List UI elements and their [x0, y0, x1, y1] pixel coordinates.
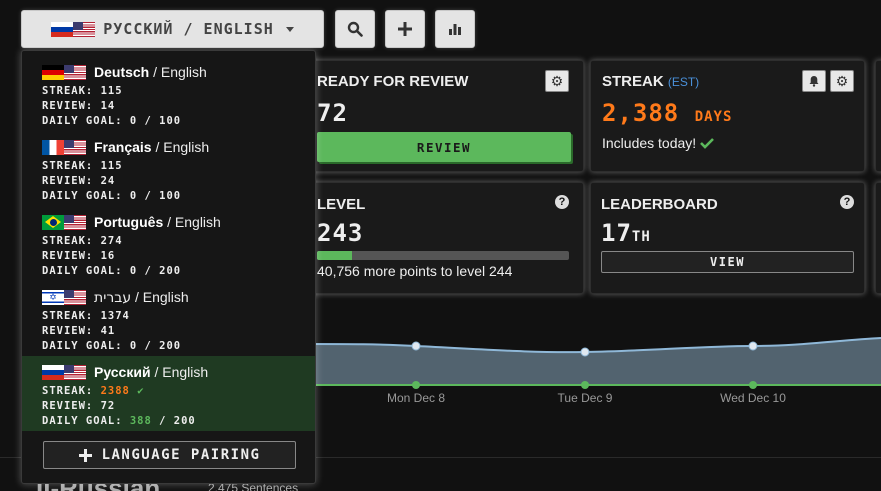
help-icon[interactable]: ? [840, 195, 854, 209]
item-daily-goal: DAILY GOAL: 0 / 100 [42, 115, 182, 127]
item-streak: STREAK: 274 [42, 235, 123, 247]
language-toggle-button[interactable]: РУССКИЙ / ENGLISH [21, 10, 324, 48]
israeli-english-flags-icon [42, 290, 86, 305]
chart-baseline-point[interactable] [581, 381, 589, 389]
streak-notifications-button[interactable] [802, 70, 826, 92]
bar-chart-icon [449, 24, 461, 35]
level-card: LEVEL ? 243 40,756 more points to level … [300, 182, 584, 294]
partial-card [875, 182, 881, 294]
item-review: REVIEW: 14 [42, 100, 116, 112]
partial-card [875, 60, 881, 172]
language-item-deutsch[interactable]: Deutsch / English STREAK: 115 REVIEW: 14… [22, 56, 315, 131]
rank-suffix: TH [631, 229, 651, 245]
plus-icon [398, 22, 412, 36]
leaderboard-rank: 17TH [601, 219, 651, 247]
streak-value: 2,388 DAYS [602, 99, 733, 127]
item-review: REVIEW: 24 [42, 175, 116, 187]
chart-baseline-point[interactable] [749, 381, 757, 389]
chart-point[interactable] [748, 341, 758, 351]
german-english-flags-icon [42, 64, 86, 80]
item-daily-goal: DAILY GOAL: 0 / 200 [42, 265, 182, 277]
add-button[interactable] [385, 10, 425, 48]
language-dropdown: Deutsch / English STREAK: 115 REVIEW: 14… [21, 50, 316, 484]
add-language-pairing-label: LANGUAGE PAIRING [101, 447, 261, 463]
item-review: REVIEW: 41 [42, 325, 116, 337]
item-daily-goal: DAILY GOAL: 0 / 200 [42, 340, 182, 352]
russian-english-flags-icon [42, 364, 86, 380]
language-item-hebrew[interactable]: עברית / English STREAK: 1374 REVIEW: 41 … [22, 281, 315, 356]
chart-x-label: Wed Dec 10 [720, 391, 786, 405]
streak-settings-button[interactable]: ⚙ [830, 70, 854, 92]
streak-unit: DAYS [694, 109, 733, 125]
item-review: REVIEW: 16 [42, 250, 116, 262]
check-icon [700, 138, 715, 149]
language-item-russian[interactable]: Русский / English STREAK: 2388 ✔ REVIEW:… [22, 356, 315, 431]
item-streak: STREAK: 1374 [42, 310, 130, 322]
language-toggle-label: РУССКИЙ / ENGLISH [103, 20, 274, 38]
gear-icon: ⚙ [550, 73, 564, 89]
gear-icon: ⚙ [835, 73, 849, 89]
chart-baseline-point[interactable] [412, 381, 420, 389]
chart-x-label: Mon Dec 8 [386, 391, 446, 405]
level-note: 40,756 more points to level 244 [317, 263, 513, 279]
language-item-francais[interactable]: Français / English STREAK: 115 REVIEW: 2… [22, 131, 315, 206]
item-streak: STREAK: 115 [42, 160, 123, 172]
chart-x-label: Tue Dec 9 [557, 391, 613, 405]
review-count: 72 [317, 99, 348, 127]
help-icon[interactable]: ? [555, 195, 569, 209]
streak-timezone: (EST) [667, 75, 700, 89]
level-progress-fill [317, 251, 353, 260]
streak-card-title: STREAK (EST) [602, 73, 700, 90]
stats-button[interactable] [435, 10, 475, 48]
item-streak: STREAK: 115 [42, 85, 123, 97]
item-daily-goal: DAILY GOAL: 0 / 100 [42, 190, 182, 202]
search-button[interactable] [335, 10, 375, 48]
item-daily-goal: DAILY GOAL: 388 / 200 [42, 415, 196, 427]
caret-down-icon [285, 26, 294, 32]
chart-point[interactable] [411, 341, 421, 351]
level-value: 243 [317, 219, 364, 247]
leaderboard-card: LEADERBOARD ? 17TH VIEW [590, 182, 865, 294]
bell-icon [809, 76, 819, 87]
language-item-portugues[interactable]: Português / English STREAK: 274 REVIEW: … [22, 206, 315, 281]
view-button-label: VIEW [710, 255, 745, 269]
item-streak: STREAK: 2388 ✔ [42, 385, 145, 397]
level-card-title: LEVEL [317, 196, 366, 213]
add-language-pairing-button[interactable]: LANGUAGE PAIRING [43, 441, 296, 469]
chart-point[interactable] [580, 347, 590, 357]
review-settings-button[interactable]: ⚙ [545, 70, 569, 92]
search-icon [347, 21, 363, 37]
check-icon: ✔ [137, 385, 145, 397]
brazilian-english-flags-icon [42, 214, 86, 230]
streak-card: STREAK (EST) ⚙ 2,388 DAYS Includes today… [590, 60, 865, 172]
review-button[interactable]: REVIEW [317, 132, 571, 162]
russian-english-flags-icon [51, 21, 96, 37]
french-english-flags-icon [42, 139, 86, 155]
leaderboard-card-title: LEADERBOARD [601, 196, 718, 213]
item-review: REVIEW: 72 [42, 400, 116, 412]
leaderboard-view-button[interactable]: VIEW [601, 251, 854, 273]
review-button-label: REVIEW [416, 139, 472, 155]
level-progress-bar [317, 251, 569, 260]
review-card-title: READY FOR REVIEW [317, 73, 469, 90]
review-card: READY FOR REVIEW ⚙ 72 REVIEW [300, 60, 584, 172]
streak-note: Includes today! [602, 135, 715, 151]
plus-icon [78, 448, 92, 462]
